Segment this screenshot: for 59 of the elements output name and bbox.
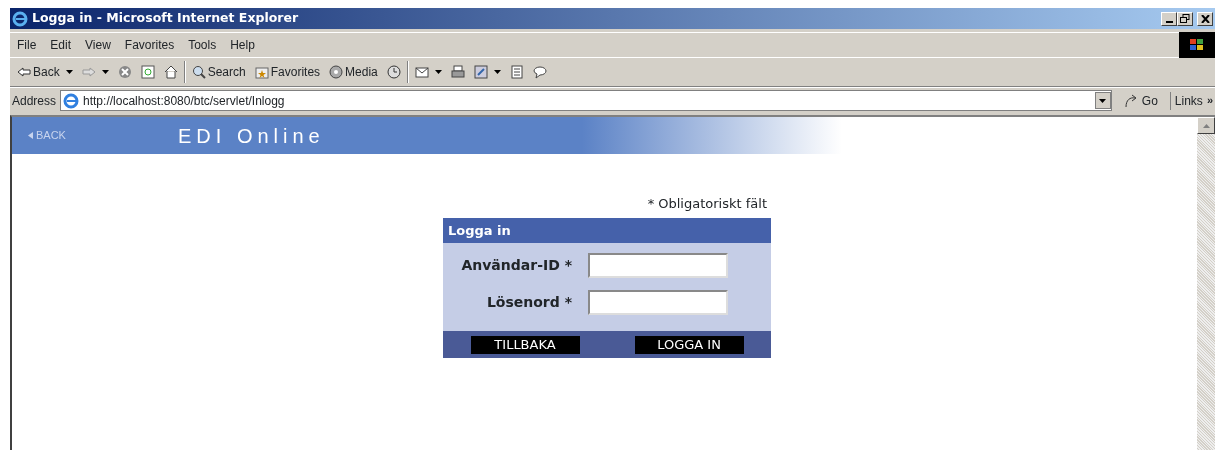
media-icon <box>329 65 344 79</box>
menu-item[interactable]: Edit <box>43 36 79 54</box>
history-icon <box>386 65 401 79</box>
back-button[interactable]: Back <box>14 62 76 82</box>
dropdown-arrow-icon <box>1099 98 1107 103</box>
dropdown-arrow-icon[interactable] <box>65 70 73 74</box>
menu-item[interactable]: Favorites <box>117 36 182 54</box>
restore-button[interactable] <box>1177 11 1193 26</box>
site-title: EDI Online <box>178 123 325 149</box>
field-label: Lösenord * <box>485 293 573 312</box>
up-arrow-icon <box>1202 123 1210 128</box>
go-arrow-icon <box>1123 93 1138 108</box>
windows-logo-icon <box>1179 32 1215 58</box>
address-field[interactable]: http://localhost:8080/btc/servlet/Inlogg <box>60 90 1112 111</box>
favorites-icon <box>254 65 269 79</box>
menu-item[interactable]: View <box>78 36 118 54</box>
close-button[interactable] <box>1197 11 1213 26</box>
menu-item[interactable]: Tools <box>181 36 224 54</box>
back-icon <box>17 65 31 79</box>
discuss-icon <box>532 65 547 79</box>
refresh-icon <box>140 65 155 79</box>
edit-icon <box>473 65 488 79</box>
page-icon <box>63 92 80 109</box>
form-button[interactable]: TILLBAKA <box>470 335 580 354</box>
search-button[interactable]: Search <box>188 62 249 82</box>
favorites-button[interactable]: Favorites <box>251 62 324 82</box>
scrollbar[interactable] <box>1197 117 1215 450</box>
media-button[interactable]: Media <box>326 62 381 82</box>
window-title: Logga in - Microsoft Internet Explorer <box>32 9 299 28</box>
go-button[interactable]: Go <box>1115 91 1166 110</box>
print-icon <box>450 65 465 79</box>
close-icon <box>1200 14 1210 23</box>
home-icon <box>163 65 178 79</box>
dropdown-arrow-icon[interactable] <box>434 70 442 74</box>
dropdown-button[interactable] <box>1094 92 1111 109</box>
minimize-button[interactable] <box>1161 11 1177 26</box>
minimize-icon <box>1165 20 1173 23</box>
input-field[interactable] <box>588 290 728 315</box>
menu-item[interactable]: Help <box>223 36 262 54</box>
search-icon <box>191 65 206 79</box>
browser-icon <box>12 10 28 27</box>
mail-icon <box>414 65 429 79</box>
restore-icon <box>1180 14 1190 23</box>
menu-item[interactable]: File <box>10 36 44 54</box>
left-triangle-icon <box>28 132 33 139</box>
links-button[interactable]: Links <box>1174 91 1203 110</box>
form-button[interactable]: LOGGA IN <box>634 335 744 354</box>
stop-icon <box>117 65 132 79</box>
address-label: Address <box>12 92 57 110</box>
required-note: * Obligatoriskt fält <box>646 195 768 213</box>
field-label: Användar-ID * <box>460 256 573 275</box>
more-links-button[interactable]: » <box>1206 91 1213 108</box>
forward-icon <box>81 65 96 79</box>
document-icon <box>509 65 524 79</box>
dropdown-arrow-icon[interactable] <box>101 70 109 74</box>
input-field[interactable] <box>588 253 728 278</box>
login-title: Logga in <box>443 217 771 243</box>
dropdown-arrow-icon[interactable] <box>493 70 501 74</box>
scroll-up-button[interactable] <box>1197 117 1215 134</box>
